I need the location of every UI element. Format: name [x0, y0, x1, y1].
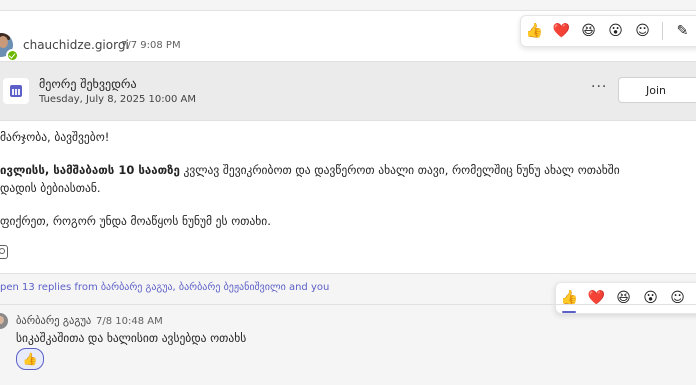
meeting-title[interactable]: მეორე შეხვედრა: [39, 77, 137, 91]
more-options-icon[interactable]: ···: [591, 79, 607, 95]
immersive-reader-icon[interactable]: [0, 245, 8, 259]
message-line-3: დადის ბებიასთან.: [0, 181, 101, 195]
add-reaction-icon[interactable]: ☺: [629, 19, 656, 43]
message-bold-date: ივლისს, სამშაბათს 10 საათზე: [0, 163, 180, 177]
meeting-banner: მეორე შეხვედრა Tuesday, July 8, 2025 10:…: [0, 61, 696, 121]
calendar-icon: [10, 85, 22, 97]
post-timestamp: 7/7 9:08 PM: [121, 40, 181, 51]
message-line-2: ივლისს, სამშაბათს 10 საათზე კვლავ შევიკრ…: [0, 163, 620, 177]
thumbs-up-icon[interactable]: 👍: [556, 286, 583, 313]
thumbs-up-icon[interactable]: 👍: [521, 19, 548, 43]
post-author[interactable]: chauchidze.giorgi: [23, 38, 129, 52]
thumbs-up-icon: 👍: [22, 352, 38, 366]
surprised-icon[interactable]: 😮: [637, 286, 664, 310]
laugh-icon[interactable]: 😆: [610, 286, 637, 310]
laugh-icon[interactable]: 😆: [575, 19, 602, 43]
message-line-4: ფიქრეთ, როგორ უნდა მოაწყოს ნუნუმ ეს ოთახ…: [0, 214, 271, 228]
reply-author[interactable]: ბარბარე გაგუა: [16, 315, 91, 327]
message-line-1: მარჯობა, ბავშვებო!: [0, 130, 110, 144]
meeting-date: Tuesday, July 8, 2025 10:00 AM: [39, 94, 197, 105]
message-line-2-rest: კვლავ შევიკრიბოთ და დავწეროთ ახალი თავი,…: [179, 163, 620, 177]
open-replies-link[interactable]: pen 13 replies from ბარბარე გაგუა, ბარბა…: [0, 282, 329, 293]
heart-icon[interactable]: ❤️: [548, 19, 575, 43]
reply-text: სიკაშკაშითა და ხალისით ავსებდა ოთახს: [16, 331, 247, 345]
reply-avatar[interactable]: [0, 313, 8, 329]
edit-icon[interactable]: ✎: [669, 19, 696, 43]
divider: [0, 304, 696, 305]
reaction-toolbar-reply: 👍 ❤️ 😆 😮 ☺: [555, 282, 696, 314]
surprised-icon[interactable]: 😮: [602, 19, 629, 43]
add-reaction-icon[interactable]: ☺: [664, 286, 691, 310]
reply-reaction-pill[interactable]: 👍: [16, 348, 44, 370]
join-button[interactable]: Join: [618, 77, 696, 103]
toolbar-divider: [662, 22, 663, 40]
reply-timestamp: 7/8 10:48 AM: [96, 316, 163, 327]
heart-icon[interactable]: ❤️: [583, 286, 610, 310]
calendar-tile: [3, 78, 29, 104]
reaction-toolbar-post: 👍 ❤️ 😆 😮 ☺ ✎: [520, 15, 696, 47]
